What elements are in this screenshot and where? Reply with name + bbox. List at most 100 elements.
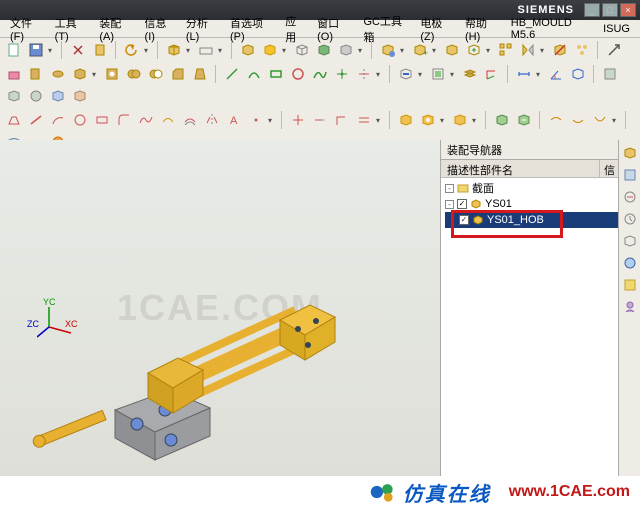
tool-e-icon[interactable] [70,86,90,106]
dropdown-icon[interactable]: ▾ [540,46,548,55]
dropdown-icon[interactable]: ▾ [400,46,408,55]
orient-icon[interactable] [196,40,216,60]
expand-icon[interactable]: - [445,184,454,193]
sketch-rect-icon[interactable] [92,110,112,130]
dropdown-icon[interactable]: ▾ [432,46,440,55]
yellow-cube-icon[interactable] [260,40,280,60]
checkbox[interactable]: ✓ [459,215,469,225]
nav-roles-icon[interactable] [621,298,639,316]
green-cube-icon[interactable] [314,40,334,60]
dropdown-icon[interactable]: ▾ [472,116,480,125]
corner-icon[interactable] [332,110,352,130]
menu-window[interactable]: 窗口(O) [311,15,357,43]
undo-icon[interactable] [122,40,142,60]
menu-isug[interactable]: ISUG [597,23,636,35]
new-icon[interactable] [4,40,24,60]
dropdown-icon[interactable]: ▾ [376,116,384,125]
close-button[interactable]: × [620,3,636,17]
extend-icon[interactable] [310,110,330,130]
dropdown-icon[interactable]: ▾ [450,70,458,79]
dropdown-icon[interactable]: ▾ [268,116,276,125]
sketch-arc-icon[interactable] [48,110,68,130]
paste-icon[interactable] [90,40,110,60]
pattern-component-icon[interactable] [496,40,516,60]
move-component-icon[interactable] [464,40,484,60]
nav-reuse-icon[interactable] [621,276,639,294]
tool-c-icon[interactable] [26,86,46,106]
nav-constraint-icon[interactable] [621,188,639,206]
green-box-a-icon[interactable] [492,110,512,130]
curve-group-c-icon[interactable] [590,110,610,130]
measure-body-icon[interactable] [568,64,588,84]
sketch-profile-icon[interactable] [4,110,24,130]
menu-preferences[interactable]: 首选项(P) [224,15,279,43]
yellow-box-c-icon[interactable] [450,110,470,130]
dropdown-icon[interactable]: ▾ [218,46,226,55]
sketch-point-icon[interactable] [246,110,266,130]
menu-electrode[interactable]: 电极(Z) [414,15,459,43]
suppress-icon[interactable] [550,40,570,60]
measure-angle-icon[interactable] [546,64,566,84]
wave-link-icon[interactable] [396,64,416,84]
save-icon[interactable] [26,40,46,60]
add-component-icon[interactable]: + [410,40,430,60]
yellow-box-a-icon[interactable] [396,110,416,130]
measure-distance-icon[interactable] [514,64,534,84]
menu-hbmould[interactable]: HB_MOULD M5.6 [505,17,597,41]
tool-d-icon[interactable] [48,86,68,106]
cube-icon[interactable] [164,40,184,60]
dropdown-icon[interactable]: ▾ [144,46,152,55]
nav-model-icon[interactable] [621,232,639,250]
replace-component-icon[interactable] [442,40,462,60]
curve-trim-icon[interactable] [354,64,374,84]
boolean-unite-icon[interactable] [124,64,144,84]
3d-viewport[interactable]: 1CAE.COM [0,140,440,476]
maximize-button[interactable]: □ [602,3,618,17]
mirror-assembly-icon[interactable] [518,40,538,60]
dropdown-icon[interactable]: ▾ [48,46,56,55]
draft-icon[interactable] [190,64,210,84]
dropdown-icon[interactable]: ▾ [358,46,366,55]
menu-analysis[interactable]: 分析(L) [180,15,224,43]
dropdown-icon[interactable]: ▾ [418,70,426,79]
tree-node-section[interactable]: - 截面 [445,180,636,196]
chamfer-icon[interactable] [168,64,188,84]
menu-assembly[interactable]: 装配(A) [93,15,138,43]
dropdown-icon[interactable]: ▾ [186,46,194,55]
block-icon[interactable] [238,40,258,60]
wire-cube-icon[interactable] [292,40,312,60]
sketch-line-icon[interactable] [26,110,46,130]
cut-icon[interactable] [68,40,88,60]
menu-tools[interactable]: 工具(T) [49,15,94,43]
nav-history-icon[interactable] [621,210,639,228]
dropdown-icon[interactable]: ▾ [92,70,100,79]
curve-group-a-icon[interactable] [546,110,566,130]
menu-help[interactable]: 帮助(H) [459,15,505,43]
dropdown-icon[interactable]: ▾ [486,46,494,55]
explode-icon[interactable] [572,40,592,60]
nav-part-icon[interactable] [621,166,639,184]
yellow-box-b-icon[interactable] [418,110,438,130]
extract-icon[interactable] [428,64,448,84]
dropdown-icon[interactable]: ▾ [612,116,620,125]
offset-curve-icon[interactable] [354,110,374,130]
tree-node-ys01[interactable]: - ✓ YS01 [445,196,636,212]
dropdown-icon[interactable]: ▾ [282,46,290,55]
point-icon[interactable] [332,64,352,84]
circle-icon[interactable] [288,64,308,84]
layer-icon[interactable] [460,64,480,84]
dropdown-icon[interactable]: ▾ [376,70,384,79]
sketch-fillet-icon[interactable] [114,110,134,130]
sketch-circle-icon[interactable] [70,110,90,130]
sketch-curve-icon[interactable] [158,110,178,130]
tool-a-icon[interactable] [600,64,620,84]
nav-browser-icon[interactable] [621,254,639,272]
minimize-button[interactable]: _ [584,3,600,17]
sketch-mirror-icon[interactable] [202,110,222,130]
feature-box-icon[interactable] [70,64,90,84]
gray-cube-icon[interactable] [336,40,356,60]
dropdown-icon[interactable]: ▾ [536,70,544,79]
sketch-offset-icon[interactable] [180,110,200,130]
sketch-text-icon[interactable]: A [224,110,244,130]
rectangle-icon[interactable] [266,64,286,84]
